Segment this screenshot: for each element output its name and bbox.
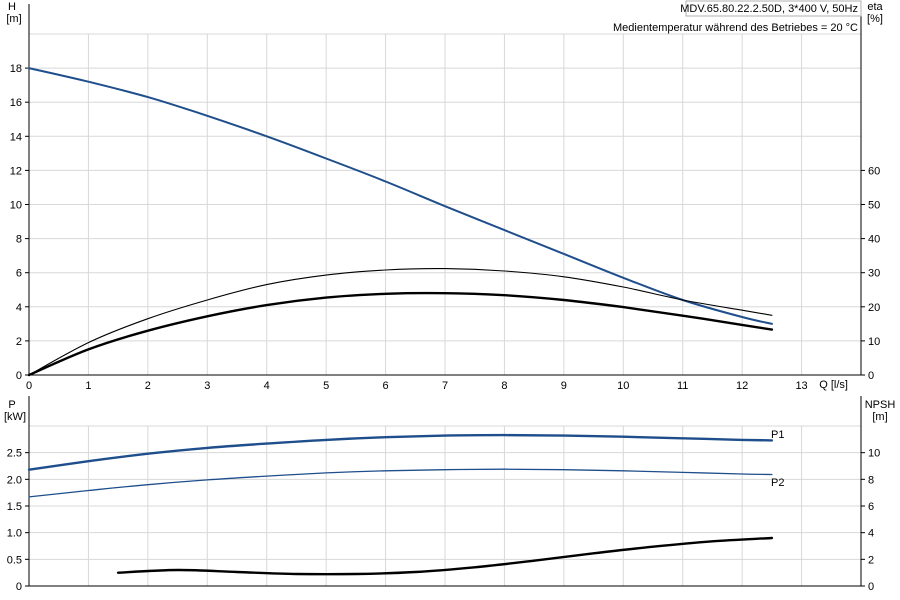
eta-axis-title: eta bbox=[867, 1, 883, 13]
right-tick-label: 4 bbox=[868, 528, 874, 540]
left-tick-label: 1.5 bbox=[7, 501, 22, 513]
head-axis-unit: [m] bbox=[6, 13, 21, 25]
right-tick-label: 50 bbox=[868, 200, 880, 212]
left-tick-label: 1.0 bbox=[7, 528, 22, 540]
x-tick-label: 2 bbox=[145, 380, 151, 392]
right-tick-label: 2 bbox=[868, 554, 874, 566]
x-tick-label: 3 bbox=[204, 380, 210, 392]
left-tick-label: 16 bbox=[10, 97, 22, 109]
left-tick-label: 2.5 bbox=[7, 448, 22, 460]
chart-series bbox=[27, 67, 774, 576]
left-tick-label: 0.5 bbox=[7, 554, 22, 566]
x-tick-label: 4 bbox=[264, 380, 270, 392]
series-label-p2: P2 bbox=[771, 477, 784, 489]
right-tick-label: 10 bbox=[868, 448, 880, 460]
temperature-label: Medientemperatur während des Betriebes =… bbox=[613, 22, 858, 34]
right-tick-label: 6 bbox=[868, 501, 874, 513]
right-tick-label: 0 bbox=[868, 370, 874, 382]
left-tick-label: 2.0 bbox=[7, 474, 22, 486]
eta-axis-unit: [%] bbox=[867, 13, 883, 25]
series-line-efficiency-thin bbox=[28, 268, 773, 376]
model-label: MDV.65.80.22.2.50D, 3*400 V, 50Hz bbox=[680, 3, 858, 15]
right-tick-label: 30 bbox=[868, 268, 880, 280]
pump-curve-chart: 02468101214161801020304050600 1 2 3 4 5 6 7 8 9 10… bbox=[4, 0, 896, 593]
x-tick-label: 9 bbox=[561, 380, 567, 392]
power-axis-unit: [kW] bbox=[4, 411, 26, 423]
right-tick-label: 10 bbox=[868, 336, 880, 348]
npsh-axis-title: NPSH bbox=[865, 399, 896, 411]
left-tick-label: 12 bbox=[10, 165, 22, 177]
npsh-axis-unit: [m] bbox=[872, 411, 887, 423]
left-tick-label: 18 bbox=[10, 63, 22, 75]
power-axis-title: P bbox=[8, 399, 15, 411]
x-tick-label: 8 bbox=[501, 380, 507, 392]
right-tick-label: 60 bbox=[868, 165, 880, 177]
left-tick-label: 10 bbox=[10, 200, 22, 212]
x-tick-label: 11 bbox=[677, 380, 688, 392]
x-tick-label: 7 bbox=[442, 380, 448, 392]
x-tick-label: 10 bbox=[617, 380, 629, 392]
left-tick-label: 14 bbox=[10, 131, 22, 143]
left-tick-label: 6 bbox=[16, 268, 22, 280]
right-tick-label: 0 bbox=[868, 581, 874, 593]
right-tick-label: 8 bbox=[868, 474, 874, 486]
left-tick-label: 0 bbox=[16, 581, 22, 593]
left-tick-label: 8 bbox=[16, 234, 22, 246]
left-tick-label: 4 bbox=[16, 302, 22, 314]
x-tick-label: 5 bbox=[323, 380, 329, 392]
tick-labels: 02468101214161801020304050600 1 2 3 4 5 6 7 8 9 10… bbox=[7, 63, 881, 593]
right-tick-label: 40 bbox=[868, 234, 880, 246]
bottom-chart-grid bbox=[29, 425, 861, 586]
series-line-p2 bbox=[28, 468, 773, 498]
x-tick-label: 1 bbox=[85, 380, 91, 392]
series-line-head bbox=[28, 67, 773, 325]
left-tick-label: 0 bbox=[16, 370, 22, 382]
x-tick-label: 6 bbox=[383, 380, 389, 392]
series-line-efficiency-thick bbox=[27, 291, 774, 377]
right-tick-label: 20 bbox=[868, 302, 880, 314]
left-tick-label: 2 bbox=[16, 336, 22, 348]
x-tick-label: 0 bbox=[26, 380, 32, 392]
x-tick-label: 13 bbox=[795, 380, 807, 392]
series-label-p1: P1 bbox=[771, 429, 784, 441]
flow-axis-title: Q [l/s] bbox=[819, 379, 848, 391]
x-tick-label: 12 bbox=[736, 380, 748, 392]
head-axis-title: H bbox=[8, 1, 16, 13]
